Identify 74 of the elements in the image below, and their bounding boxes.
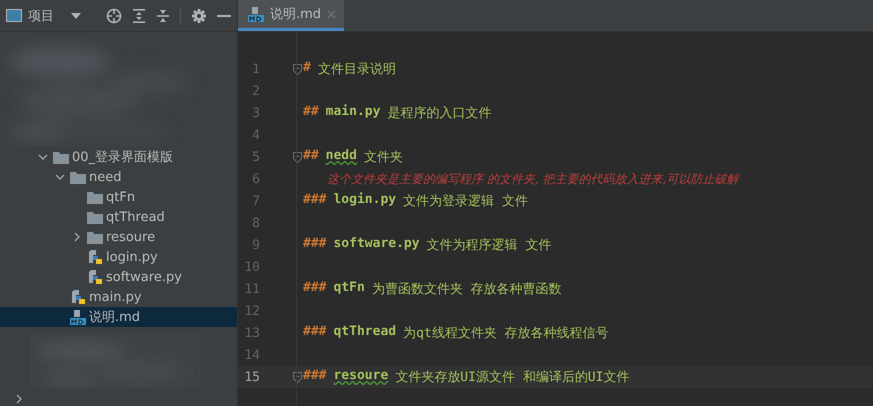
fold-marker-icon[interactable] (293, 64, 302, 74)
folder-icon (87, 230, 103, 244)
code-word: qtFn (333, 280, 365, 297)
tree-item[interactable]: software.py (0, 267, 237, 287)
line-number: 9 (251, 238, 260, 252)
line-number: 14 (243, 348, 260, 362)
expand-all-icon[interactable] (132, 8, 146, 24)
heading-text: 为曹函数文件夹 存放各种曹函数 (372, 281, 562, 298)
code-word: nedd (326, 148, 357, 165)
heading-marker: ### (303, 324, 326, 341)
heading-text: 文件夹 (364, 149, 403, 166)
heading-text: 文件目录说明 (318, 61, 396, 78)
dropdown-caret-icon[interactable] (70, 12, 82, 20)
editor-tab[interactable]: 说明.md (238, 0, 344, 31)
heading-text: 是程序的入口文件 (387, 105, 492, 122)
python-file-icon (87, 269, 103, 285)
fold-marker-icon[interactable] (293, 152, 302, 162)
line-number: 11 (243, 282, 260, 296)
markdown-file-icon (70, 309, 86, 325)
line-number: 8 (251, 216, 260, 230)
line-number: 15 (243, 370, 260, 384)
heading-text: 文件为登录逻辑 文件 (403, 193, 528, 210)
tree-item[interactable]: main.py (0, 287, 237, 307)
heading-text: 文件为程序逻辑 文件 (426, 237, 552, 254)
folder-icon (87, 210, 103, 224)
line-number: 6 (251, 172, 260, 186)
chevron-icon[interactable] (38, 152, 48, 162)
project-title[interactable]: 项目 (28, 6, 54, 24)
tree-item[interactable]: need (0, 167, 237, 187)
python-file-icon (87, 249, 103, 265)
heading-marker: # (303, 60, 311, 77)
tree-item[interactable]: 说明.md (0, 307, 237, 327)
line-number: 7 (251, 194, 260, 208)
collapse-all-icon[interactable] (156, 8, 170, 24)
code-word: login.py (333, 192, 396, 209)
chevron-icon[interactable] (14, 394, 24, 404)
line-number: 3 (251, 106, 260, 120)
line-number: 13 (243, 326, 260, 340)
chevron-icon[interactable] (55, 172, 65, 182)
tree-item[interactable]: resoure (0, 227, 237, 247)
line-number: 5 (251, 150, 260, 164)
heading-marker: ### (303, 280, 326, 297)
folder-icon (53, 150, 69, 164)
settings-icon[interactable] (191, 8, 207, 24)
code-word: main.py (326, 104, 380, 121)
code-word: software.py (333, 236, 420, 253)
heading-marker: ## (303, 148, 319, 165)
line-number: 4 (251, 128, 260, 142)
line-number: 2 (251, 84, 260, 98)
code-word: resoure (333, 368, 388, 385)
heading-marker: ### (303, 368, 326, 385)
tree-item[interactable]: 00_登录界面模版 (0, 147, 237, 167)
comment-text: 这个文件夹是主要的编写程序 的文件夹, 把主要的代码放入进来,可以防止破解 (327, 170, 738, 188)
tree-item[interactable]: qtThread (0, 207, 237, 227)
fold-marker-icon[interactable] (293, 372, 302, 382)
heading-marker: ## (303, 104, 319, 121)
crosshair-icon[interactable] (106, 8, 122, 24)
line-number: 12 (243, 304, 260, 318)
heading-text: 为qt线程文件夹 存放各种线程信号 (403, 325, 609, 342)
markdown-file-icon (248, 6, 264, 22)
heading-marker: ### (303, 192, 326, 209)
chevron-icon[interactable] (72, 232, 82, 242)
folder-icon (87, 190, 103, 204)
project-icon (6, 9, 22, 22)
folder-icon (70, 170, 86, 184)
heading-text: 文件夹存放UI源文件 和编译后的UI文件 (395, 369, 630, 386)
tree-item[interactable]: qtFn (0, 187, 237, 207)
heading-marker: ### (303, 236, 326, 253)
line-number: 10 (243, 260, 260, 274)
line-number: 1 (251, 62, 260, 76)
minimize-icon[interactable] (217, 14, 231, 18)
code-word: qtThread (333, 324, 396, 341)
python-file-icon (70, 289, 86, 305)
tree-item[interactable]: login.py (0, 247, 237, 267)
